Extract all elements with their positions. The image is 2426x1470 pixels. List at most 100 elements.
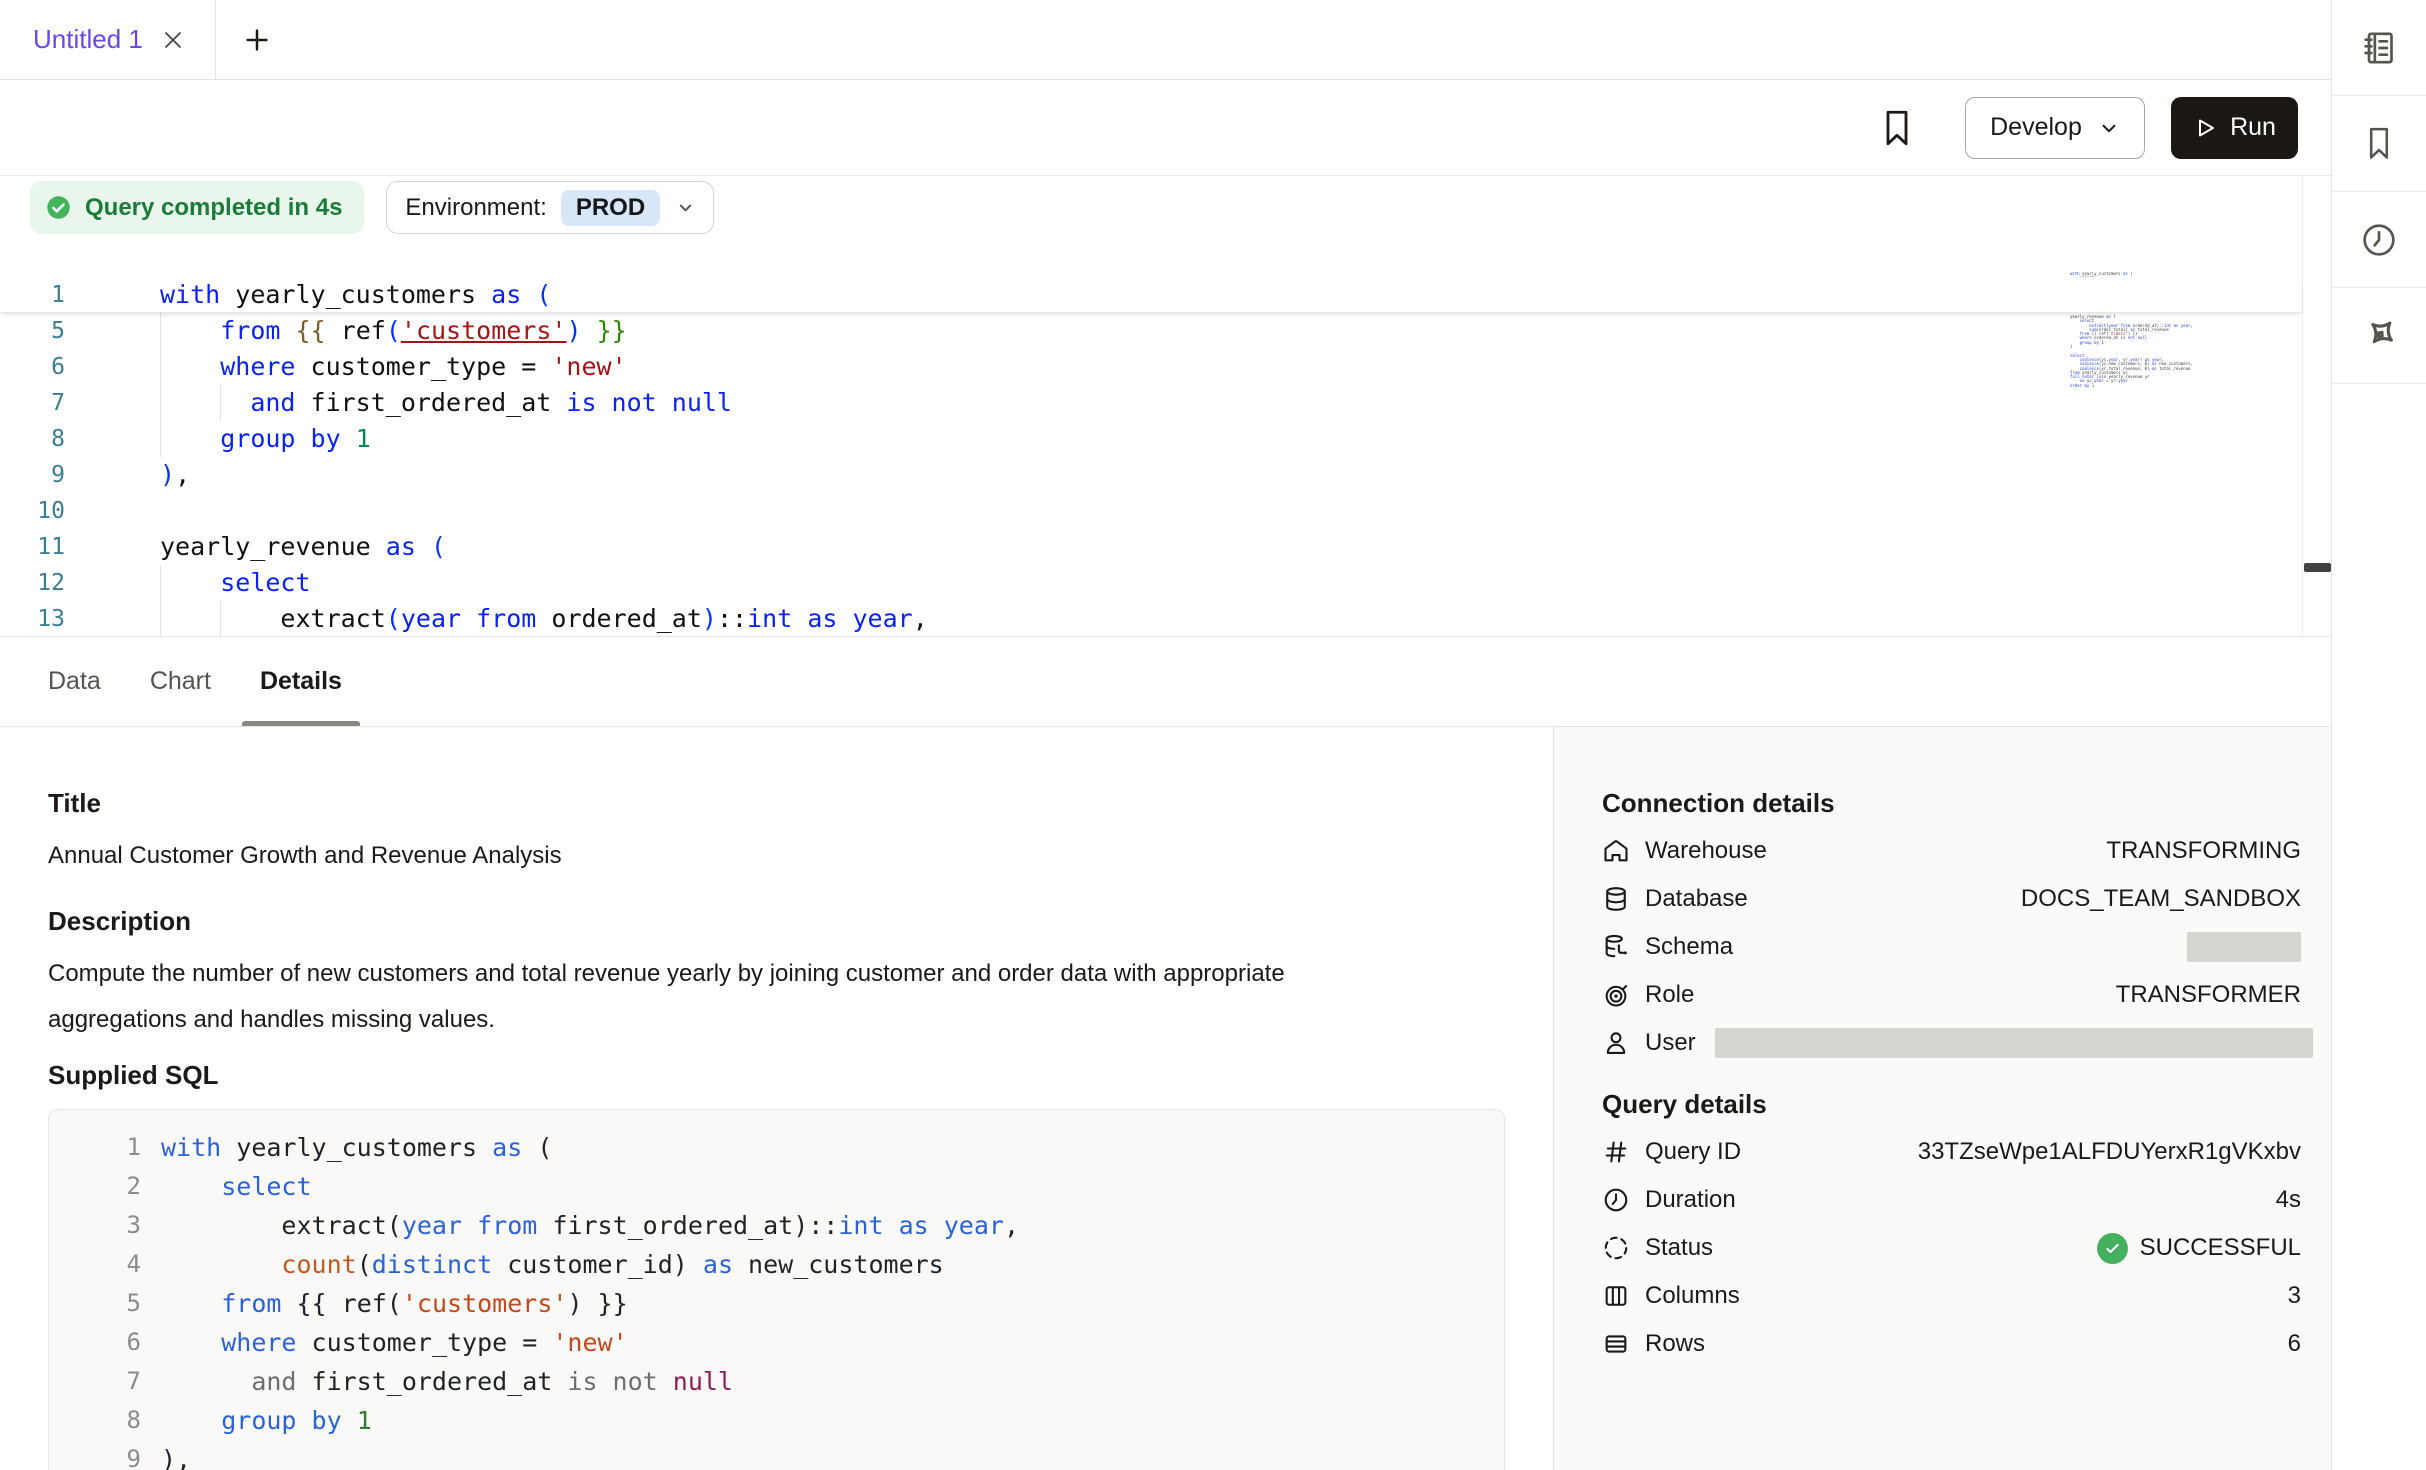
line-number: 10 (0, 493, 65, 529)
history-icon (2359, 220, 2399, 260)
code-text: count(distinct customer_id) as new_custo… (161, 1245, 944, 1284)
row-label: Status (1645, 1234, 1713, 1262)
code-line[interactable]: 12 select (0, 565, 2207, 601)
editor-minimap[interactable]: with yearly_customers as ( select extrac… (2070, 272, 2207, 562)
code-lines[interactable]: 5 from {{ ref('customers') }}6 where cus… (0, 313, 2207, 637)
scrollbar-thumb[interactable] (2304, 563, 2331, 572)
row-value: 4s (2276, 1186, 2301, 1214)
code-text: extract(year from first_ordered_at)::int… (161, 1206, 1019, 1245)
code-line[interactable]: 3 extract(year from first_ordered_at)::i… (49, 1206, 1504, 1245)
play-icon (2193, 116, 2217, 140)
query-details-rows: Query ID 33TZseWpe1ALFDUYerxR1gVKxbv Durat… (1602, 1128, 2301, 1368)
results-tab-bar: DataChartDetails (0, 637, 2331, 727)
develop-button[interactable]: Develop (1965, 97, 2145, 159)
tab-untitled-1[interactable]: Untitled 1 (0, 0, 216, 79)
line-number: 12 (0, 565, 65, 601)
code-line[interactable]: 7 and first_ordered_at is not null (49, 1362, 1504, 1401)
row-value: 33TZseWpe1ALFDUYerxR1gVKxbv (1918, 1138, 2301, 1166)
results-tab-details[interactable]: Details (242, 637, 360, 726)
line-number: 9 (0, 457, 65, 493)
duration-row: Duration4s (1602, 1176, 2301, 1224)
line-number: 1 (77, 1128, 141, 1167)
code-text: group by 1 (160, 421, 371, 457)
environment-selector[interactable]: Environment: PROD (386, 181, 714, 234)
chevron-down-icon (676, 198, 695, 217)
code-line[interactable]: 4 count(distinct customer_id) as new_cus… (49, 1245, 1504, 1284)
editor-tab-bar: Untitled 1 (0, 0, 2331, 80)
results-tab-chart[interactable]: Chart (132, 637, 229, 726)
sql-editor[interactable]: Query completed in 4s Environment: PROD … (0, 176, 2331, 637)
rail-button-notebook[interactable] (2332, 0, 2426, 96)
code-line[interactable]: 5 from {{ ref('customers') }} (0, 313, 2207, 349)
rows-icon (1602, 1330, 1630, 1358)
rail-button-history[interactable] (2332, 192, 2426, 288)
code-text: select (161, 1167, 312, 1206)
code-line[interactable]: 1 with yearly_customers as ( (0, 277, 2302, 313)
row-label: Query ID (1645, 1138, 1741, 1166)
editor-scrollbar[interactable] (2302, 176, 2331, 636)
close-tab-icon[interactable] (161, 28, 185, 52)
new-tab-button[interactable] (216, 0, 298, 79)
code-text: select (160, 565, 311, 601)
run-label: Run (2230, 113, 2276, 142)
code-line[interactable]: 8 group by 1 (49, 1401, 1504, 1440)
code-line[interactable]: 2 select (49, 1167, 1504, 1206)
schema-icon (1602, 933, 1630, 961)
environment-label: Environment: (405, 194, 546, 222)
line-number: 5 (0, 313, 65, 349)
develop-label: Develop (1990, 113, 2082, 142)
code-text: with yearly_customers as ( (160, 277, 551, 313)
code-line[interactable]: 6 where customer_type = 'new' (49, 1323, 1504, 1362)
main-column: Untitled 1 Develop (0, 0, 2331, 1470)
check-circle-icon (45, 194, 72, 221)
database-icon (1602, 885, 1630, 913)
columns-icon (1602, 1282, 1630, 1310)
code-line[interactable]: 5 from {{ ref('customers') }} (49, 1284, 1504, 1323)
code-line[interactable]: 6 where customer_type = 'new' (0, 349, 2207, 385)
code-line[interactable]: 13 extract(year from ordered_at)::int as… (0, 601, 2207, 637)
row-label: Database (1645, 885, 1748, 913)
notebook-icon (2359, 28, 2399, 68)
code-text: ), (161, 1440, 191, 1470)
code-line[interactable]: 10 (0, 493, 2207, 529)
environment-badge: PROD (561, 190, 660, 226)
row-label: Columns (1645, 1282, 1740, 1310)
toolbar: Develop Run (0, 80, 2331, 176)
user-icon (1602, 1029, 1630, 1057)
schema-row: Schema (1602, 923, 2301, 971)
row-value: DOCS_TEAM_SANDBOX (2021, 885, 2301, 913)
line-number: 7 (77, 1362, 141, 1401)
plus-icon (242, 25, 272, 55)
rail-button-bookmark[interactable] (2332, 96, 2426, 192)
line-number: 1 (0, 277, 65, 313)
code-text: where customer_type = 'new' (161, 1323, 628, 1362)
tab-title: Untitled 1 (33, 24, 143, 55)
run-button[interactable]: Run (2171, 97, 2298, 159)
code-line[interactable]: 7 and first_ordered_at is not null (0, 385, 2207, 421)
line-number: 4 (77, 1245, 141, 1284)
sticky-scroll-line[interactable]: 1 with yearly_customers as ( (0, 277, 2302, 313)
line-number: 7 (0, 385, 65, 421)
code-text: group by 1 (161, 1401, 372, 1440)
bookmark-icon[interactable] (1879, 106, 1915, 150)
code-text: from {{ ref('customers') }} (161, 1284, 628, 1323)
line-number: 6 (77, 1323, 141, 1362)
row-value: TRANSFORMER (2116, 981, 2301, 1009)
details-panel: Title Annual Customer Growth and Revenue… (0, 727, 2331, 1470)
code-line[interactable]: 9), (0, 457, 2207, 493)
database-row: Database DOCS_TEAM_SANDBOX (1602, 875, 2301, 923)
line-number: 8 (0, 421, 65, 457)
status-value: SUCCESSFUL (2097, 1233, 2301, 1264)
code-line[interactable]: 8 group by 1 (0, 421, 2207, 457)
line-number: 11 (0, 529, 65, 565)
code-line[interactable]: 11yearly_revenue as ( (0, 529, 2207, 565)
success-check-icon (2097, 1233, 2128, 1264)
status-row: Status SUCCESSFUL (1602, 1224, 2301, 1272)
user-row: User (1602, 1019, 2301, 1067)
code-line[interactable]: 9), (49, 1440, 1504, 1470)
code-line[interactable]: 1with yearly_customers as ( (49, 1128, 1504, 1167)
rail-button-explore[interactable] (2332, 288, 2426, 384)
code-text: extract(year from ordered_at)::int as ye… (160, 601, 928, 637)
code-text: and first_ordered_at is not null (161, 1362, 733, 1401)
results-tab-data[interactable]: Data (30, 637, 119, 726)
